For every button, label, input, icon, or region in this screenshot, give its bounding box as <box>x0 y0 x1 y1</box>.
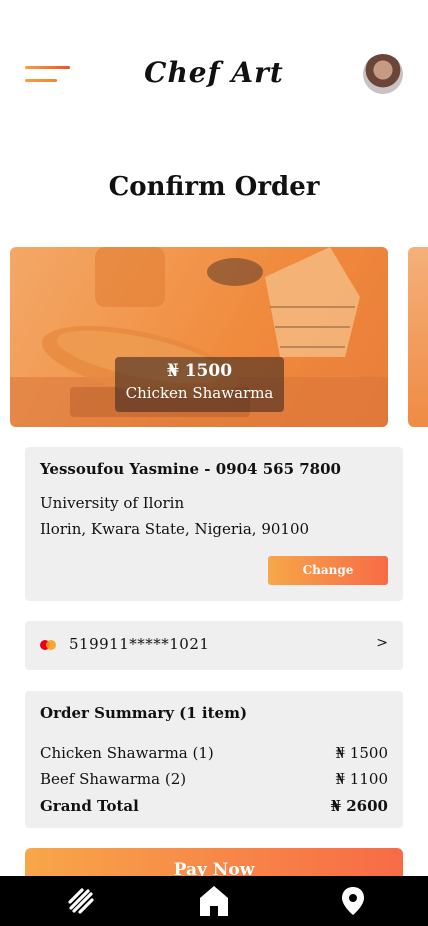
location-pin-icon[interactable] <box>340 886 370 916</box>
home-icon[interactable] <box>198 884 230 918</box>
grand-total-amount: ₦ 2600 <box>330 797 388 815</box>
address-line-2: Ilorin, Kwara State, Nigeria, 90100 <box>40 520 310 538</box>
price-tag: ₦ 1500 Chicken Shawarma <box>115 357 284 412</box>
food-icon[interactable] <box>66 886 96 916</box>
food-carousel[interactable]: ₦ 1500 Chicken Shawarma <box>0 247 428 427</box>
grand-total-label: Grand Total <box>40 797 139 815</box>
summary-item-amount: ₦ 1500 <box>335 744 389 762</box>
grand-total-row: Grand Total ₦ 2600 <box>40 797 388 815</box>
summary-item-label: Beef Shawarma (2) <box>40 770 187 788</box>
payment-method-row[interactable]: 519911*****1021 > <box>25 621 403 670</box>
mastercard-icon <box>40 640 56 650</box>
bottom-navigation <box>0 876 428 926</box>
order-summary-panel: Order Summary (1 item) Chicken Shawarma … <box>25 691 403 828</box>
chevron-right-icon: > <box>376 635 388 651</box>
delivery-address-panel: Yessoufou Yasmine - 0904 565 7800 Univer… <box>25 447 403 601</box>
contact-info: Yessoufou Yasmine - 0904 565 7800 <box>40 460 341 478</box>
food-name: Chicken Shawarma <box>125 384 274 402</box>
food-price: ₦ 1500 <box>166 361 233 381</box>
summary-item-amount: ₦ 1100 <box>335 770 389 788</box>
page-title: Confirm Order <box>108 172 320 202</box>
summary-item-label: Chicken Shawarma (1) <box>40 744 214 762</box>
next-food-card[interactable] <box>408 247 428 427</box>
address-line-1: University of Ilorin <box>40 494 185 512</box>
card-number: 519911*****1021 <box>69 635 210 653</box>
app-header: Chef Art <box>0 0 428 130</box>
featured-food-card[interactable]: ₦ 1500 Chicken Shawarma <box>10 247 388 427</box>
order-summary-title: Order Summary (1 item) <box>40 704 248 722</box>
user-avatar[interactable] <box>363 54 403 94</box>
change-address-button[interactable]: Change <box>268 556 388 585</box>
summary-row: Beef Shawarma (2) ₦ 1100 <box>40 770 388 788</box>
summary-row: Chicken Shawarma (1) ₦ 1500 <box>40 744 388 762</box>
